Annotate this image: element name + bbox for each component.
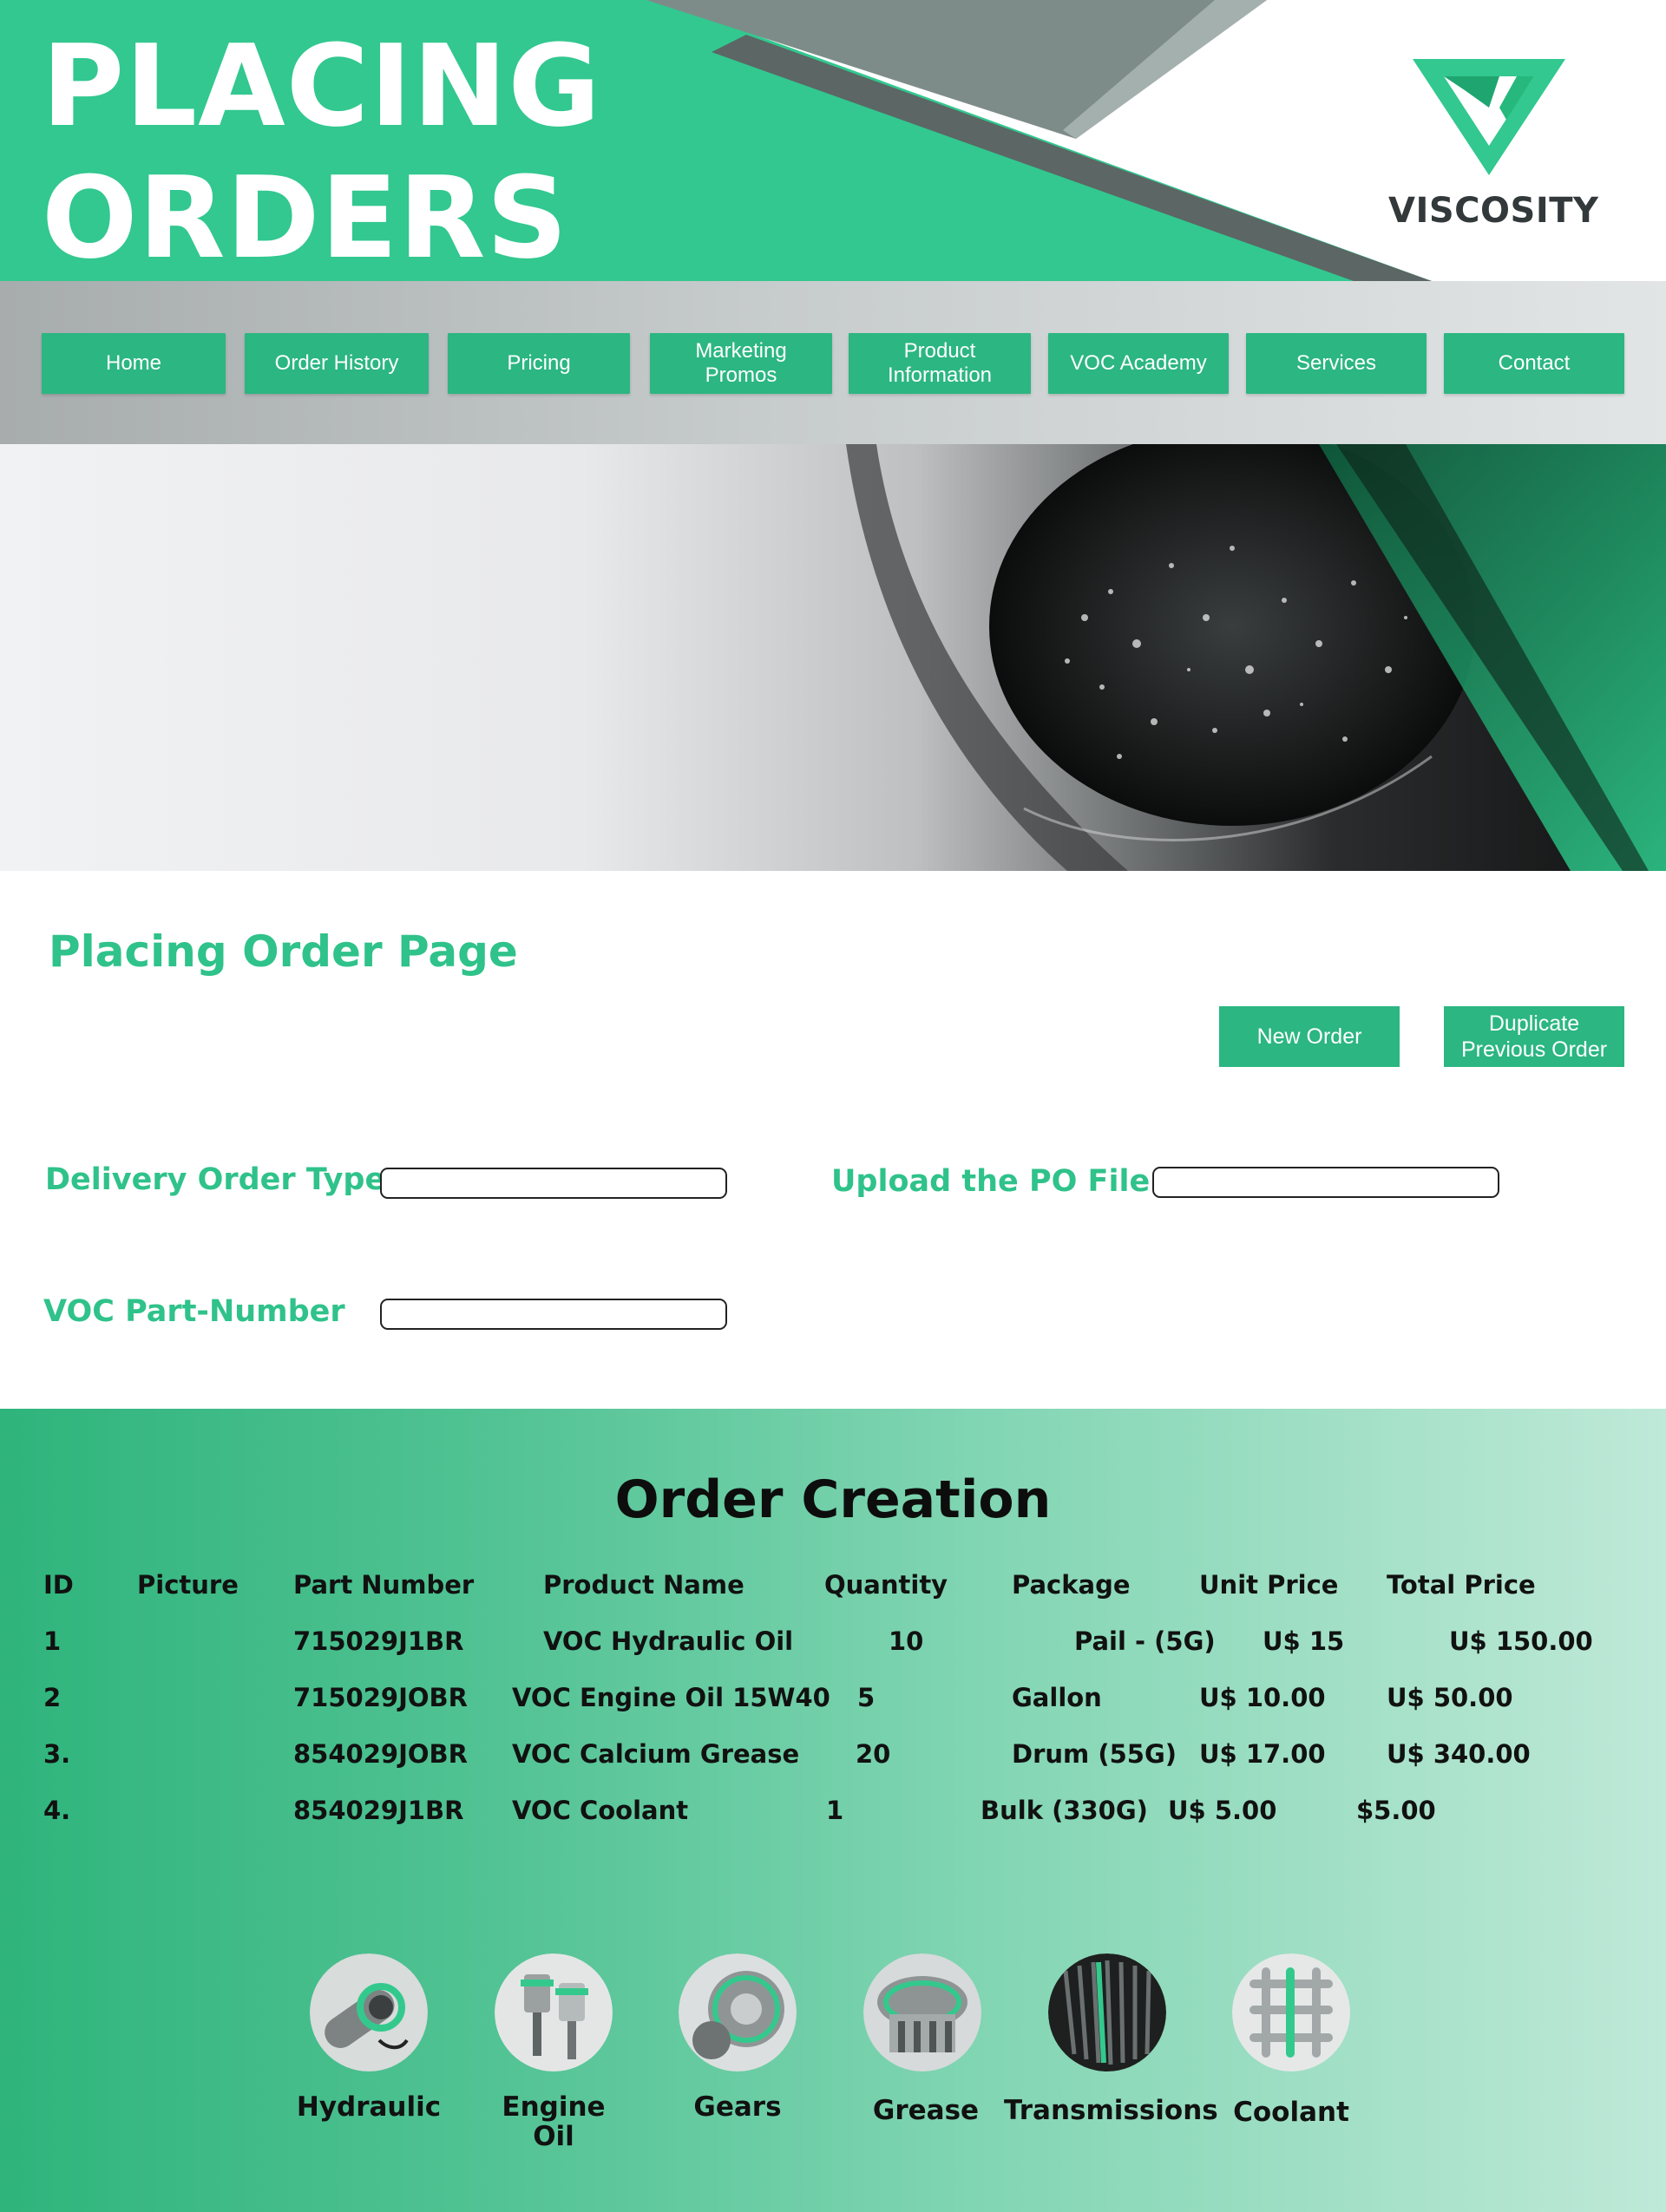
page-title-line2: ORDERS [42,152,569,281]
column-header-quantity: Quantity [824,1570,948,1600]
row-2-id: 2 [43,1683,62,1712]
column-header-total-price: Total Price [1387,1570,1536,1600]
nav-product-information[interactable]: Product Information [849,333,1031,394]
row-3-product-name: VOC Calcium Grease [512,1739,800,1769]
row-3-unit-price: U$ 17.00 [1199,1739,1326,1769]
row-3-part-number: 854029JOBR [293,1739,468,1769]
voc-part-number-input[interactable] [380,1299,727,1330]
nav-order-history[interactable]: Order History [245,333,429,394]
order-creation-title: Order Creation [614,1469,1052,1530]
row-1-total-price: U$ 150.00 [1449,1626,1593,1656]
transmissions-icon[interactable] [1048,1953,1166,2071]
row-4-product-name: VOC Coolant [512,1796,689,1825]
voc-part-number-label: VOC Part-Number [43,1294,345,1329]
row-3-package: Drum (55G) [1012,1739,1177,1769]
nav-home[interactable]: Home [42,333,226,394]
brand-name: VISCOSITY [1388,191,1599,231]
category-label-coolant[interactable]: Coolant [1187,2097,1395,2127]
category-label-engine-oil[interactable]: Engine Oil [449,2092,658,2151]
row-3-total-price: U$ 340.00 [1387,1739,1531,1769]
coolant-icon[interactable] [1232,1953,1350,2071]
row-3-quantity: 20 [856,1739,891,1769]
column-header-unit-price: Unit Price [1199,1570,1339,1600]
row-2-quantity: 5 [857,1683,876,1712]
row-1-part-number: 715029J1BR [293,1626,464,1656]
row-2-part-number: 715029JOBR [293,1683,468,1712]
main-nav: Home Order History Pricing Marketing Pro… [0,281,1666,444]
gears-icon[interactable] [679,1953,797,2071]
row-2-unit-price: U$ 10.00 [1199,1683,1326,1712]
row-2-total-price: U$ 50.00 [1387,1683,1513,1712]
delivery-order-type-label: Delivery Order Type [45,1162,386,1197]
grease-icon[interactable] [863,1953,981,2071]
row-2-product-name: VOC Engine Oil 15W40 [512,1683,830,1712]
column-header-product-name: Product Name [543,1570,744,1600]
row-4-quantity: 1 [826,1796,844,1825]
category-label-transmissions[interactable]: Transmissions [1004,2096,1218,2125]
column-header-part-number: Part Number [293,1570,475,1600]
row-3-id: 3. [43,1739,71,1769]
row-4-id: 4. [43,1796,71,1825]
engine-oil-icon[interactable] [495,1953,613,2071]
hydraulic-icon[interactable] [310,1953,428,2071]
section-title: Placing Order Page [49,926,518,977]
row-4-total-price: $5.00 [1356,1796,1436,1825]
upload-po-file-input[interactable] [1152,1167,1499,1198]
logo-mark-icon [1413,59,1565,175]
row-4-part-number: 854029J1BR [293,1796,464,1825]
row-1-unit-price: U$ 15 [1263,1626,1345,1656]
nav-voc-academy[interactable]: VOC Academy [1048,333,1229,394]
new-order-button[interactable]: New Order [1219,1006,1400,1067]
category-label-gears[interactable]: Gears [633,2092,842,2122]
brand-logo[interactable]: VISCOSITY [1388,52,1599,243]
page-title-line1: PLACING [42,20,602,152]
header: PLACING ORDERS VISCOSITY [0,0,1666,281]
row-1-id: 1 [43,1626,62,1656]
category-label-hydraulic[interactable]: Hydraulic [265,2092,473,2122]
row-1-quantity: 10 [889,1626,924,1656]
column-header-package: Package [1012,1570,1131,1600]
row-1-product-name: VOC Hydraulic Oil [543,1626,794,1656]
row-4-unit-price: U$ 5.00 [1168,1796,1277,1825]
nav-services[interactable]: Services [1246,333,1427,394]
row-1-package: Pail - (5G) [1074,1626,1216,1656]
column-header-picture: Picture [137,1570,239,1600]
nav-contact[interactable]: Contact [1444,333,1624,394]
hero-banner-image [0,444,1666,871]
category-label-grease[interactable]: Grease [822,2096,1030,2125]
nav-marketing-promos[interactable]: Marketing Promos [650,333,832,394]
row-2-package: Gallon [1012,1683,1102,1712]
delivery-order-type-input[interactable] [380,1168,727,1199]
duplicate-previous-order-button[interactable]: Duplicate Previous Order [1444,1006,1624,1067]
upload-po-file-label: Upload the PO File [831,1164,1151,1199]
nav-pricing[interactable]: Pricing [448,333,630,394]
column-header-id: ID [43,1570,74,1600]
row-4-package: Bulk (330G) [981,1796,1148,1825]
